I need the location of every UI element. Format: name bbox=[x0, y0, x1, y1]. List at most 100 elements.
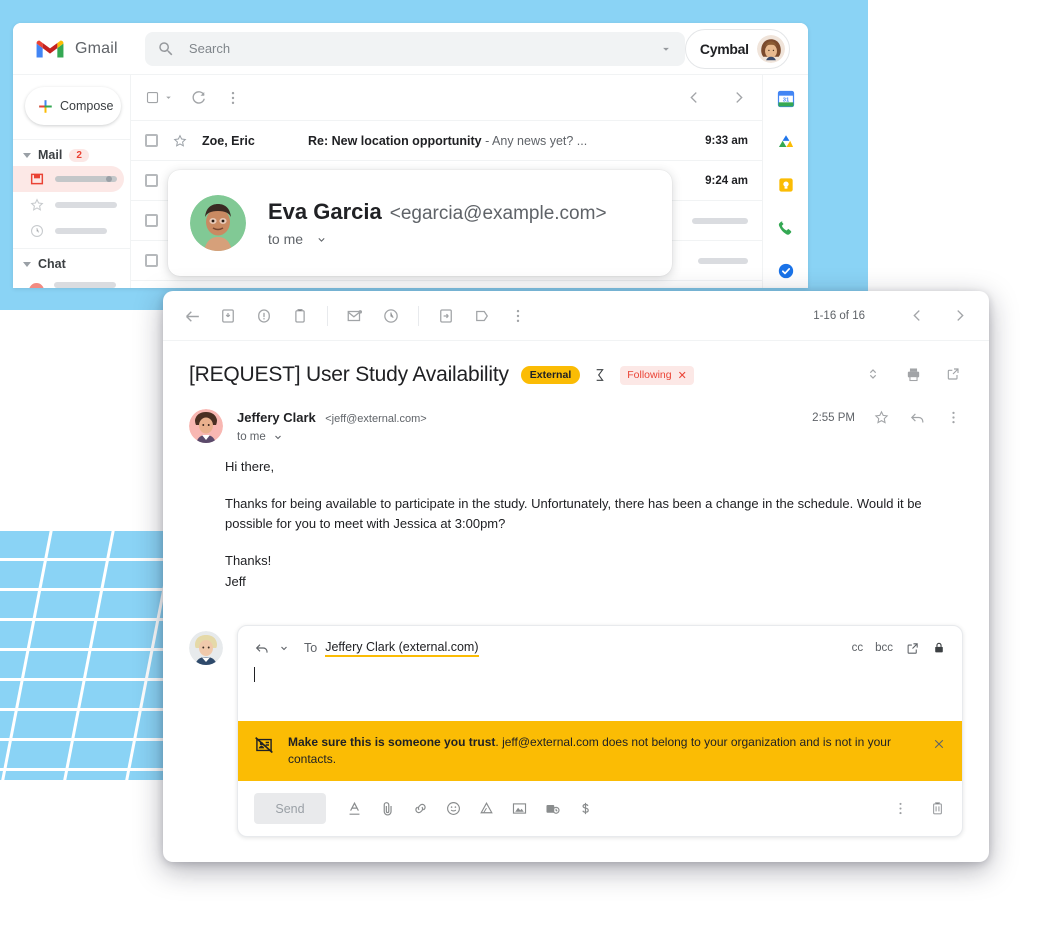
row-snippet: - Any news yet? ... bbox=[485, 133, 588, 148]
avatar[interactable] bbox=[189, 409, 223, 443]
label-tag-icon[interactable] bbox=[473, 307, 491, 325]
row-sender: Zoe, Eric bbox=[202, 133, 255, 148]
print-icon[interactable] bbox=[905, 366, 923, 384]
search-bar[interactable]: Search bbox=[144, 31, 685, 66]
mark-unread-icon[interactable] bbox=[346, 307, 364, 325]
chevron-down-icon[interactable] bbox=[23, 152, 31, 158]
more-vert-icon[interactable] bbox=[509, 307, 527, 325]
contact-email: <egarcia@example.com> bbox=[389, 203, 607, 224]
warning-title: Make sure this is someone you trust bbox=[288, 734, 496, 749]
chevron-down-icon[interactable] bbox=[659, 42, 673, 56]
chevron-right-icon[interactable] bbox=[951, 307, 969, 325]
external-recipient-warning: Make sure this is someone you trust. jef… bbox=[238, 720, 962, 782]
grid-line-horizontal bbox=[0, 738, 163, 741]
search-icon bbox=[157, 40, 175, 58]
arrow-back-icon[interactable] bbox=[183, 307, 201, 325]
more-vert-icon[interactable] bbox=[945, 409, 963, 427]
search-input[interactable]: Search bbox=[189, 41, 659, 56]
star-icon[interactable] bbox=[172, 133, 188, 149]
page-title: [REQUEST] User Study Availability bbox=[189, 363, 509, 386]
google-tasks-icon[interactable] bbox=[776, 261, 796, 281]
google-drive-icon[interactable] bbox=[776, 132, 796, 152]
contact-recipient-row[interactable]: to me bbox=[268, 231, 607, 247]
insert-emoji-icon[interactable] bbox=[445, 800, 462, 817]
move-to-inbox-icon[interactable] bbox=[437, 307, 455, 325]
reply-icon[interactable] bbox=[909, 409, 927, 427]
row-time-placeholder bbox=[698, 257, 748, 264]
trash-icon[interactable] bbox=[929, 800, 946, 817]
row-checkbox[interactable] bbox=[145, 254, 158, 267]
more-vert-icon[interactable] bbox=[892, 800, 909, 817]
row-checkbox[interactable] bbox=[145, 134, 158, 147]
sidebar-item-chat-contact[interactable] bbox=[13, 275, 130, 288]
close-icon[interactable] bbox=[932, 737, 946, 751]
select-all-checkbox[interactable] bbox=[145, 89, 174, 107]
format-text-icon[interactable] bbox=[346, 800, 363, 817]
trash-icon[interactable] bbox=[291, 307, 309, 325]
table-row[interactable] bbox=[131, 281, 762, 288]
grid-line-horizontal bbox=[0, 768, 163, 771]
contact-hover-card: Eva Garcia <egarcia@example.com> to me bbox=[168, 170, 672, 276]
message-actions: 2:55 PM bbox=[812, 409, 963, 427]
reply-icon[interactable] bbox=[254, 640, 270, 656]
insert-photo-icon[interactable] bbox=[511, 800, 528, 817]
open-in-new-icon[interactable] bbox=[945, 366, 963, 384]
sidebar-item-label-placeholder bbox=[55, 202, 117, 208]
snooze-clock-icon[interactable] bbox=[382, 307, 400, 325]
sidebar-item-snoozed[interactable] bbox=[13, 218, 130, 244]
google-keep-icon[interactable] bbox=[776, 175, 796, 195]
google-drive-icon[interactable] bbox=[478, 800, 495, 817]
cc-button[interactable]: cc bbox=[852, 642, 864, 654]
compose-button[interactable]: Compose bbox=[25, 87, 121, 125]
reply-editor[interactable] bbox=[238, 657, 962, 721]
lock-icon[interactable] bbox=[932, 641, 946, 655]
archive-icon[interactable] bbox=[219, 307, 237, 325]
row-time: 9:24 am bbox=[705, 174, 748, 187]
google-voice-icon[interactable] bbox=[776, 218, 796, 238]
star-icon[interactable] bbox=[873, 409, 891, 427]
status-badge-following[interactable]: Following ✕ bbox=[620, 365, 694, 385]
message-paragraph: Hi there, bbox=[225, 459, 275, 474]
sidebar-item-inbox[interactable] bbox=[13, 166, 124, 192]
recipient-label: to me bbox=[237, 431, 266, 443]
chevron-down-icon[interactable] bbox=[272, 431, 284, 443]
avatar[interactable] bbox=[190, 195, 246, 251]
chevron-down-icon[interactable] bbox=[315, 233, 328, 246]
send-button[interactable]: Send bbox=[254, 793, 326, 825]
chevron-down-icon[interactable] bbox=[278, 642, 290, 654]
sidebar-section-header[interactable]: Chat bbox=[13, 251, 130, 275]
expand-collapse-icon[interactable] bbox=[865, 366, 883, 384]
close-icon[interactable]: ✕ bbox=[678, 369, 687, 382]
bcc-button[interactable]: bcc bbox=[875, 642, 893, 654]
google-calendar-icon[interactable]: 31 bbox=[776, 89, 796, 109]
table-row[interactable]: Zoe, Eric Re: New location opportunity -… bbox=[131, 121, 762, 161]
refresh-icon[interactable] bbox=[190, 89, 208, 107]
contact-hover-card-info: Eva Garcia <egarcia@example.com> to me bbox=[268, 199, 607, 247]
chevron-left-icon[interactable] bbox=[686, 89, 704, 107]
row-checkbox[interactable] bbox=[145, 174, 158, 187]
sidebar-item-starred[interactable] bbox=[13, 192, 130, 218]
row-subject: Re: New location opportunity - Any news … bbox=[308, 134, 691, 148]
more-vert-icon[interactable] bbox=[224, 89, 242, 107]
to-recipient-field[interactable]: Jeffery Clark (external.com) bbox=[325, 640, 479, 657]
gmail-logo-area[interactable]: Gmail bbox=[23, 38, 137, 60]
thread-sigma-icon[interactable] bbox=[592, 367, 608, 383]
recipient-row[interactable]: to me bbox=[237, 431, 427, 443]
contact-name: Eva Garcia bbox=[268, 199, 382, 224]
chevron-right-icon[interactable] bbox=[730, 89, 748, 107]
avatar bbox=[189, 630, 223, 665]
avatar[interactable] bbox=[756, 34, 785, 63]
account-org-chip[interactable]: Cymbal bbox=[684, 28, 790, 69]
chevron-down-icon[interactable] bbox=[23, 261, 31, 267]
attach-file-icon[interactable] bbox=[379, 800, 396, 817]
insert-money-icon[interactable] bbox=[577, 800, 594, 817]
confidential-mode-icon[interactable] bbox=[544, 800, 561, 817]
insert-link-icon[interactable] bbox=[412, 800, 429, 817]
sidebar-section-title: Chat bbox=[38, 257, 66, 271]
sidebar-section-mail: Mail 2 bbox=[13, 139, 130, 248]
row-checkbox[interactable] bbox=[145, 214, 158, 227]
chevron-left-icon[interactable] bbox=[909, 307, 927, 325]
report-spam-icon[interactable] bbox=[255, 307, 273, 325]
sidebar-section-header[interactable]: Mail 2 bbox=[13, 142, 130, 166]
open-in-new-icon[interactable] bbox=[905, 641, 920, 656]
